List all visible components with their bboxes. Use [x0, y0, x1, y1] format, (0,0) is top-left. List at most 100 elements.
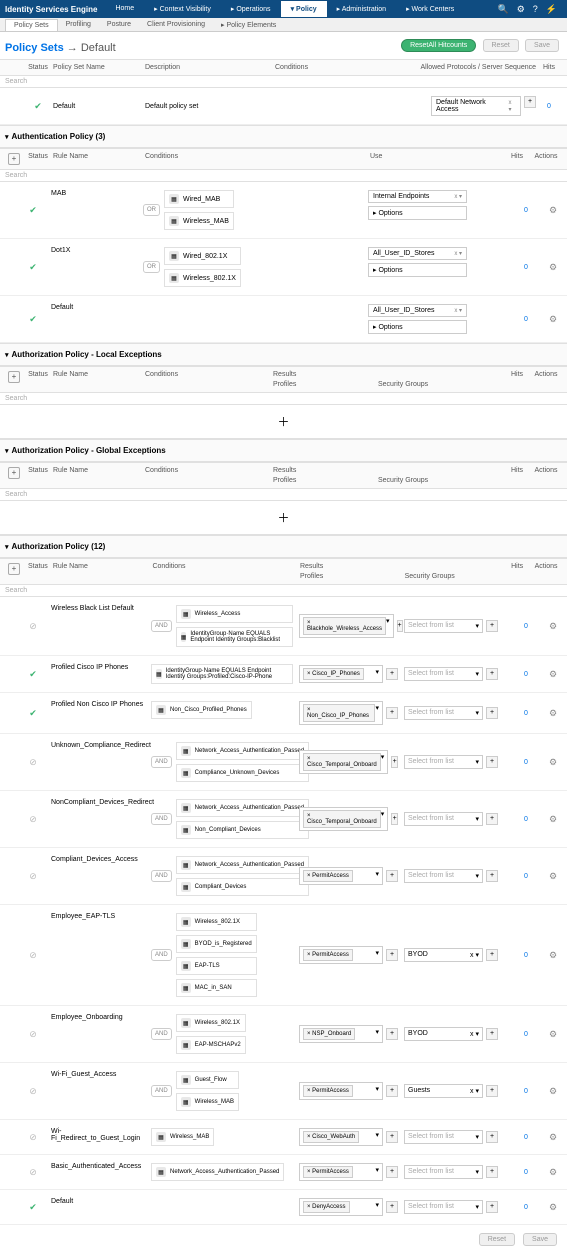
security-group-select[interactable]: Guestsx ▾: [404, 1084, 483, 1098]
add-rule-button[interactable]: +: [8, 371, 20, 383]
hits-link[interactable]: 0: [536, 103, 562, 110]
subnav-posture[interactable]: Posture: [99, 19, 139, 30]
section-auth-policy[interactable]: ▾Authentication Policy (3): [0, 125, 567, 148]
add-profile-button[interactable]: +: [386, 1028, 398, 1040]
profile-select[interactable]: × DenyAccess▾: [299, 1198, 383, 1216]
gear-icon[interactable]: ⚙: [549, 1132, 557, 1143]
condition-item[interactable]: ▦EAP-MSCHAPv2: [176, 1036, 246, 1054]
gear-icon[interactable]: ⚙: [549, 814, 557, 825]
nav-context[interactable]: ▸ Context Visibility: [144, 1, 221, 17]
add-rule-button[interactable]: +: [8, 563, 20, 575]
security-group-select[interactable]: Select from list▾: [404, 869, 483, 883]
reset-button[interactable]: Reset: [483, 39, 519, 52]
add-profile-button[interactable]: +: [386, 1085, 398, 1097]
profile-select[interactable]: × Cisco_WebAuth▾: [299, 1128, 383, 1146]
nav-policy[interactable]: ▾ Policy: [281, 1, 327, 17]
condition-item[interactable]: ▦Compliance_Unknown_Devices: [176, 764, 309, 782]
search-input[interactable]: Search: [0, 585, 567, 597]
nav-home[interactable]: Home: [105, 1, 144, 17]
condition-item[interactable]: ▦Network_Access_Authentication_Passed: [151, 1163, 284, 1181]
hits-link[interactable]: 0: [524, 952, 528, 959]
profile-select[interactable]: × Non_Cisco_IP_Phones▾: [299, 701, 383, 725]
search-input[interactable]: Search: [0, 170, 567, 182]
add-rule-button[interactable]: +: [8, 153, 20, 165]
security-group-select[interactable]: Select from list▾: [404, 812, 483, 826]
hits-link[interactable]: 0: [524, 1134, 528, 1141]
hits-link[interactable]: 0: [524, 1031, 528, 1038]
condition-item[interactable]: ▦EAP-TLS: [176, 957, 257, 975]
profile-select[interactable]: × NSP_Onboard▾: [299, 1025, 383, 1043]
condition-item[interactable]: ▦IdentityGroup·Name EQUALS Endpoint Iden…: [176, 627, 293, 647]
gear-icon[interactable]: ⚙: [549, 757, 557, 768]
hits-link[interactable]: 0: [524, 264, 528, 271]
condition-item[interactable]: ▦Wireless_MAB: [164, 212, 234, 230]
hits-link[interactable]: 0: [524, 671, 528, 678]
subnav-policysets[interactable]: Policy Sets: [5, 19, 58, 31]
security-group-select[interactable]: Select from list▾: [404, 755, 483, 769]
use-select[interactable]: Internal Endpointsx ▾: [368, 190, 467, 203]
condition-item[interactable]: ▦Network_Access_Authentication_Passed: [176, 742, 309, 760]
condition-item[interactable]: ▦Network_Access_Authentication_Passed: [176, 799, 309, 817]
profile-select[interactable]: × Cisco_IP_Phones▾: [299, 665, 383, 683]
profile-select[interactable]: × Blackhole_Wireless_Access▾: [299, 614, 394, 638]
add-secgroup-button[interactable]: +: [486, 1028, 498, 1040]
condition-item[interactable]: ▦MAC_in_SAN: [176, 979, 257, 997]
hits-link[interactable]: 0: [524, 1088, 528, 1095]
gear-icon[interactable]: ⚙: [549, 871, 557, 882]
condition-item[interactable]: ▦Non_Cisco_Profiled_Phones: [151, 701, 252, 719]
add-profile-button[interactable]: +: [386, 668, 398, 680]
gear-icon[interactable]: ⚙: [549, 621, 557, 632]
gear-icon[interactable]: ⚙: [517, 4, 525, 15]
nav-operations[interactable]: ▸ Operations: [221, 1, 281, 17]
gear-icon[interactable]: ⚙: [549, 1029, 557, 1040]
search-input[interactable]: Search: [0, 393, 567, 405]
gear-icon[interactable]: ⚙: [549, 314, 557, 325]
gear-icon[interactable]: ⚙: [549, 1167, 557, 1178]
gear-icon[interactable]: ⚙: [549, 708, 557, 719]
profile-select[interactable]: × PermitAccess▾: [299, 867, 383, 885]
gear-icon[interactable]: ⚙: [549, 262, 557, 273]
condition-item[interactable]: ▦Wireless_Access: [176, 605, 293, 623]
options-button[interactable]: ▸ Options: [368, 263, 467, 277]
security-group-select[interactable]: Select from list▾: [404, 1200, 483, 1214]
add-secgroup-button[interactable]: +: [486, 1166, 498, 1178]
add-secgroup-button[interactable]: +: [486, 1131, 498, 1143]
condition-item[interactable]: ▦Wireless_802.1X: [176, 913, 257, 931]
hits-link[interactable]: 0: [524, 873, 528, 880]
add-secgroup-button[interactable]: +: [486, 756, 498, 768]
security-group-select[interactable]: Select from list▾: [404, 706, 483, 720]
add-profile-button[interactable]: +: [391, 813, 398, 825]
search-input[interactable]: Search: [0, 76, 567, 88]
add-profile-button[interactable]: +: [386, 1166, 398, 1178]
options-button[interactable]: ▸ Options: [368, 206, 467, 220]
search-icon[interactable]: 🔍: [497, 4, 508, 15]
hits-link[interactable]: 0: [524, 816, 528, 823]
help-icon[interactable]: ?: [533, 4, 538, 15]
subnav-policyelements[interactable]: ▸ Policy Elements: [213, 19, 284, 31]
save-button[interactable]: Save: [525, 39, 559, 52]
save-button[interactable]: Save: [523, 1233, 557, 1246]
condition-item[interactable]: ▦Wired_802.1X: [164, 247, 241, 265]
profile-select[interactable]: × PermitAccess▾: [299, 1163, 383, 1181]
allowed-protocols-select[interactable]: Default Network Accessx ▾: [431, 96, 521, 116]
add-secgroup-button[interactable]: +: [486, 1085, 498, 1097]
section-global-ex[interactable]: ▾Authorization Policy - Global Exception…: [0, 439, 567, 462]
hits-link[interactable]: 0: [524, 1169, 528, 1176]
profile-select[interactable]: × Cisco_Temporal_Onboard▾: [299, 807, 388, 831]
security-group-select[interactable]: Select from list▾: [404, 1130, 483, 1144]
condition-item[interactable]: ▦Compliant_Devices: [176, 878, 309, 896]
add-profile-button[interactable]: +: [386, 870, 398, 882]
gear-icon[interactable]: ⚙: [549, 669, 557, 680]
condition-item[interactable]: ▦IdentityGroup·Name EQUALS Endpoint Iden…: [151, 664, 293, 684]
add-secgroup-button[interactable]: +: [486, 949, 498, 961]
profile-select[interactable]: × PermitAccess▾: [299, 1082, 383, 1100]
condition-item[interactable]: ▦Wireless_MAB: [176, 1093, 239, 1111]
condition-item[interactable]: ▦BYOD_is_Registered: [176, 935, 257, 953]
security-group-select[interactable]: Select from list▾: [404, 667, 483, 681]
add-allowed-button[interactable]: +: [524, 96, 536, 108]
gear-icon[interactable]: ⚙: [549, 950, 557, 961]
gear-icon[interactable]: ⚙: [549, 205, 557, 216]
nav-admin[interactable]: ▸ Administration: [327, 1, 396, 17]
add-rule-button[interactable]: +: [8, 467, 20, 479]
add-exception-button[interactable]: ＋: [0, 501, 567, 535]
